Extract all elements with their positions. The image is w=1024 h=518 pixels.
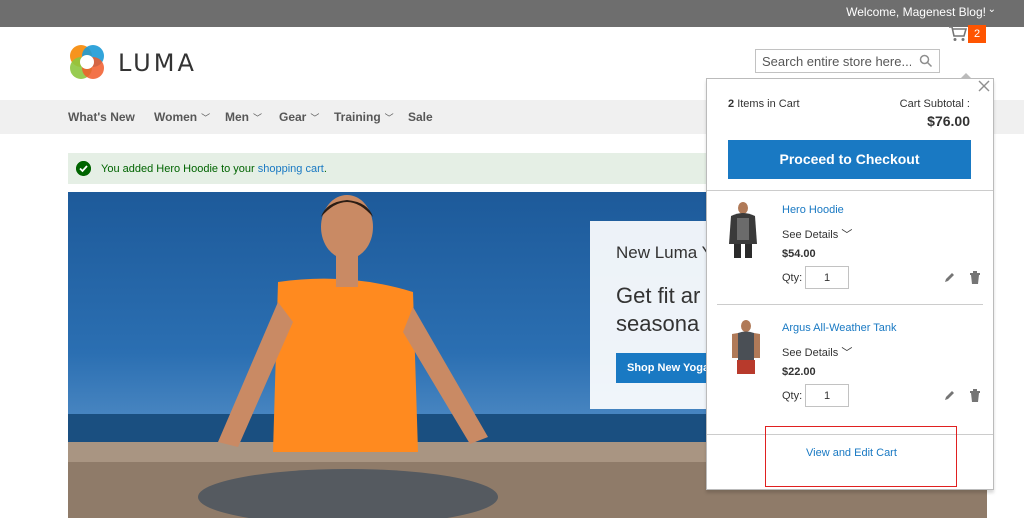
promo-heading-line: Get fit ar xyxy=(616,283,701,308)
nav-label: Women xyxy=(154,110,198,124)
chevron-down-icon: ﹀ xyxy=(201,113,211,123)
promo-subtitle: New Luma Y xyxy=(616,243,714,262)
success-message: You added Hero Hoodie to your shopping c… xyxy=(68,153,728,184)
search-icon[interactable] xyxy=(919,54,933,68)
product-name-link[interactable]: Hero Hoodie xyxy=(782,204,844,216)
message-body: You added Hero Hoodie to your xyxy=(101,163,258,175)
message-text: You added Hero Hoodie to your shopping c… xyxy=(101,163,327,175)
nav-label: Men xyxy=(225,110,249,124)
nav-label: What's New xyxy=(68,110,135,124)
chevron-down-icon: ﹀ xyxy=(841,347,853,359)
nav-item-sale[interactable]: Sale xyxy=(408,110,433,124)
pencil-icon[interactable] xyxy=(943,272,955,284)
message-suffix: . xyxy=(323,163,327,175)
qty-label: Qty: xyxy=(782,272,803,284)
qty-input[interactable] xyxy=(805,384,849,407)
cart-count-badge[interactable]: 2 xyxy=(968,25,986,43)
promo-heading-line: seasona xyxy=(616,311,700,336)
pencil-icon[interactable] xyxy=(943,390,955,402)
divider xyxy=(707,190,993,191)
nav-item-training[interactable]: Training ﹀ xyxy=(334,110,394,124)
product-image-hero-hoodie[interactable] xyxy=(725,200,761,260)
see-details-label: See Details xyxy=(782,229,839,241)
subtotal-label: Cart Subtotal : xyxy=(899,98,970,110)
nav-item-men[interactable]: Men ﹀ xyxy=(225,110,262,124)
see-details-toggle[interactable]: See Details ﹀ xyxy=(782,344,852,360)
chevron-down-icon: ﹀ xyxy=(253,113,263,123)
items-in-cart: 2 Items in Cart xyxy=(728,98,800,110)
trash-icon[interactable] xyxy=(969,389,981,403)
chevron-down-icon: ﹀ xyxy=(384,113,394,123)
see-details-toggle[interactable]: See Details ﹀ xyxy=(782,226,852,242)
trash-icon[interactable] xyxy=(969,271,981,285)
shopping-cart-link[interactable]: shopping cart xyxy=(258,163,324,175)
search-box xyxy=(755,49,940,73)
check-circle-icon xyxy=(76,161,91,176)
divider xyxy=(717,304,983,305)
qty-input[interactable] xyxy=(805,266,849,289)
nav-item-whats-new[interactable]: What's New xyxy=(68,110,135,124)
proceed-to-checkout-button[interactable]: Proceed to Checkout xyxy=(728,140,971,179)
nav-label: Sale xyxy=(408,110,433,124)
product-image-argus-tank[interactable] xyxy=(728,318,764,378)
qty-label: Qty: xyxy=(782,390,803,402)
close-icon[interactable] xyxy=(978,80,990,92)
chevron-down-icon: ﹀ xyxy=(841,229,853,241)
promo-heading: Get fit ar seasona xyxy=(616,282,700,338)
brand-name[interactable]: LUMA xyxy=(118,49,197,77)
luma-logo-icon[interactable] xyxy=(68,43,106,81)
annotation-highlight-box xyxy=(765,426,957,487)
product-price: $54.00 xyxy=(782,248,816,260)
top-bar: Welcome, Magenest Blog! ⌄ xyxy=(0,0,1024,27)
welcome-message[interactable]: Welcome, Magenest Blog! xyxy=(846,5,986,19)
cart-icon[interactable] xyxy=(949,26,967,42)
product-price: $22.00 xyxy=(782,366,816,378)
items-count: 2 xyxy=(728,98,735,110)
chevron-down-icon[interactable]: ⌄ xyxy=(988,4,996,15)
product-name-link[interactable]: Argus All-Weather Tank xyxy=(782,322,897,334)
search-input[interactable] xyxy=(756,50,911,72)
items-label: Items in Cart xyxy=(737,98,800,110)
subtotal-value: $76.00 xyxy=(927,113,970,129)
nav-label: Gear xyxy=(279,110,307,124)
nav-label: Training xyxy=(334,110,381,124)
nav-item-gear[interactable]: Gear ﹀ xyxy=(279,110,319,124)
chevron-down-icon: ﹀ xyxy=(310,113,320,123)
see-details-label: See Details xyxy=(782,347,839,359)
shop-new-yoga-button[interactable]: Shop New Yoga xyxy=(616,353,716,383)
nav-item-women[interactable]: Women ﹀ xyxy=(154,110,210,124)
